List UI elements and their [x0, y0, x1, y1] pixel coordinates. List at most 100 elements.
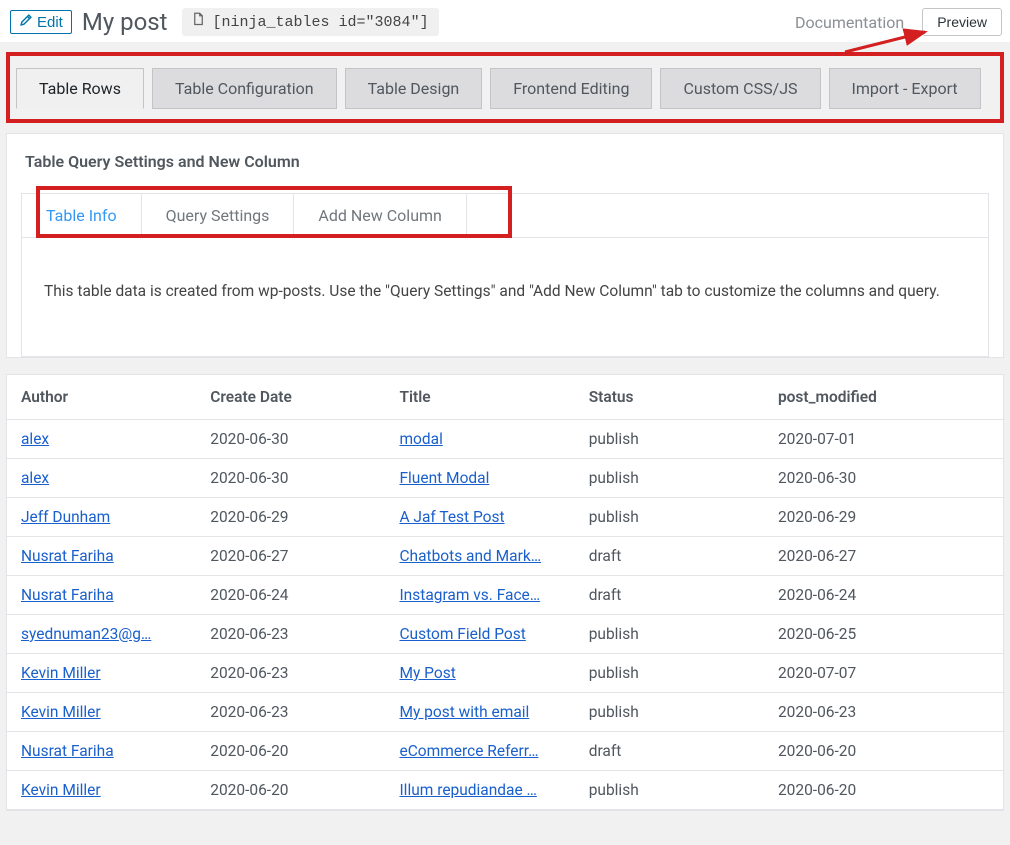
- cell-status: publish: [575, 420, 764, 459]
- cell-post-modified: 2020-06-25: [764, 615, 1003, 654]
- table-row: alex2020-06-30Fluent Modalpublish2020-06…: [7, 459, 1003, 498]
- cell-author: Kevin Miller: [7, 693, 196, 732]
- title-link[interactable]: Instagram vs. Face…: [399, 586, 540, 604]
- cell-post-modified: 2020-06-29: [764, 498, 1003, 537]
- cell-create-date: 2020-06-20: [196, 771, 385, 810]
- cell-author: Nusrat Fariha: [7, 576, 196, 615]
- table-row: Jeff Dunham 2020-06-29 A Jaf Test Post publ…: [7, 498, 1003, 537]
- cell-status: publish: [575, 654, 764, 693]
- cell-status: publish: [575, 771, 764, 810]
- header-right: Documentation Preview: [795, 8, 1002, 36]
- cell-status: publish: [575, 459, 764, 498]
- main-tab-table-design[interactable]: Table Design: [345, 68, 483, 109]
- cell-title: Custom Field Post: [385, 615, 574, 654]
- title-link[interactable]: Illum repudiandae …: [399, 781, 536, 799]
- cell-post-modified: 2020-06-20: [764, 771, 1003, 810]
- cell-author: alex: [7, 420, 196, 459]
- preview-button[interactable]: Preview: [922, 8, 1002, 36]
- col-status[interactable]: Status: [575, 375, 764, 420]
- cell-create-date: 2020-06-20: [196, 732, 385, 771]
- cell-create-date: 2020-06-23: [196, 693, 385, 732]
- main-tab-frontend-editing[interactable]: Frontend Editing: [490, 68, 652, 109]
- documentation-link[interactable]: Documentation: [795, 13, 904, 32]
- col-author[interactable]: Author: [7, 375, 196, 420]
- author-link[interactable]: Nusrat Fariha: [21, 547, 114, 565]
- cell-post-modified: 2020-06-23: [764, 693, 1003, 732]
- sub-tab-add-new-column[interactable]: Add New Column: [294, 194, 466, 237]
- cell-author: syednuman23@g…: [7, 615, 196, 654]
- cell-create-date: 2020-06-23: [196, 615, 385, 654]
- sub-tab-bar: Table InfoQuery SettingsAdd New Column T…: [21, 193, 989, 357]
- table-row: Kevin Miller 2020-06-23 My post with email…: [7, 693, 1003, 732]
- posts-table: AuthorCreate DateTitleStatuspost_modifie…: [7, 375, 1003, 810]
- author-link[interactable]: Kevin Miller: [21, 703, 101, 721]
- table-row: alex 2020-06-30 modal publish2020-07-01: [7, 420, 1003, 459]
- panel-title: Table Query Settings and New Column: [25, 152, 989, 171]
- author-link[interactable]: Nusrat Fariha: [21, 742, 114, 760]
- cell-title: Instagram vs. Face…: [385, 576, 574, 615]
- page-header: Edit My post [ninja_tables id="3084"] Do…: [0, 0, 1010, 42]
- author-link[interactable]: Nusrat Fariha: [21, 586, 114, 604]
- cell-status: draft: [575, 537, 764, 576]
- main-tab-custom-css-js[interactable]: Custom CSS/JS: [660, 68, 820, 109]
- cell-title: A Jaf Test Post: [385, 498, 574, 537]
- cell-create-date: 2020-06-24: [196, 576, 385, 615]
- document-icon: [192, 12, 205, 32]
- table-header-row: AuthorCreate DateTitleStatuspost_modifie…: [7, 375, 1003, 420]
- cell-create-date: 2020-06-27: [196, 537, 385, 576]
- table-row: syednuman23@g… 2020-06-23 Custom Field Pos…: [7, 615, 1003, 654]
- main-tab-import-export[interactable]: Import - Export: [829, 68, 981, 109]
- title-link[interactable]: eCommerce Referr…: [399, 742, 538, 760]
- author-link[interactable]: alex: [21, 430, 49, 448]
- cell-author: Nusrat Fariha: [7, 732, 196, 771]
- cell-post-modified: 2020-07-01: [764, 420, 1003, 459]
- table-row: Nusrat Fariha 2020-06-24 Instagram vs. Fac…: [7, 576, 1003, 615]
- col-title[interactable]: Title: [385, 375, 574, 420]
- title-link[interactable]: My Post: [399, 664, 455, 682]
- title-link[interactable]: Custom Field Post: [399, 625, 525, 643]
- cell-title: Chatbots and Mark…: [385, 537, 574, 576]
- sub-tab-query-settings[interactable]: Query Settings: [142, 194, 295, 237]
- table-row: Kevin Miller2020-06-23My Postpublish2020…: [7, 654, 1003, 693]
- cell-status: publish: [575, 615, 764, 654]
- sub-tab-table-info[interactable]: Table Info: [22, 194, 142, 237]
- col-post-modified[interactable]: post_modified: [764, 375, 1003, 420]
- main-tabs: Table RowsTable ConfigurationTable Desig…: [16, 68, 994, 109]
- title-link[interactable]: Fluent Modal: [399, 469, 489, 487]
- cell-post-modified: 2020-06-27: [764, 537, 1003, 576]
- page-title: My post: [82, 8, 168, 36]
- author-link[interactable]: Kevin Miller: [21, 781, 101, 799]
- edit-button-label: Edit: [37, 14, 63, 31]
- table-row: Nusrat Fariha 2020-06-20 eCommerce Referr……: [7, 732, 1003, 771]
- cell-post-modified: 2020-06-20: [764, 732, 1003, 771]
- settings-panel: Table Query Settings and New Column Tabl…: [6, 133, 1004, 358]
- cell-create-date: 2020-06-30: [196, 420, 385, 459]
- title-link[interactable]: modal: [399, 430, 442, 448]
- shortcode-chip[interactable]: [ninja_tables id="3084"]: [182, 8, 439, 36]
- author-link[interactable]: Jeff Dunham: [21, 508, 110, 526]
- cell-title: modal: [385, 420, 574, 459]
- panel-info-text: This table data is created from wp-posts…: [22, 238, 988, 356]
- title-link[interactable]: Chatbots and Mark…: [399, 547, 541, 565]
- title-link[interactable]: My post with email: [399, 703, 529, 721]
- edit-button[interactable]: Edit: [10, 10, 72, 34]
- author-link[interactable]: Kevin Miller: [21, 664, 101, 682]
- author-link[interactable]: alex: [21, 469, 49, 487]
- cell-title: eCommerce Referr…: [385, 732, 574, 771]
- cell-status: draft: [575, 576, 764, 615]
- cell-status: publish: [575, 498, 764, 537]
- cell-title: Fluent Modal: [385, 459, 574, 498]
- cell-author: alex: [7, 459, 196, 498]
- title-link[interactable]: A Jaf Test Post: [399, 508, 504, 526]
- cell-post-modified: 2020-07-07: [764, 654, 1003, 693]
- cell-author: Nusrat Fariha: [7, 537, 196, 576]
- table-row: Nusrat Fariha 2020-06-27 Chatbots and Mark…: [7, 537, 1003, 576]
- cell-status: draft: [575, 732, 764, 771]
- main-tab-table-configuration[interactable]: Table Configuration: [152, 68, 337, 109]
- cell-post-modified: 2020-06-30: [764, 459, 1003, 498]
- main-tabs-highlight: Table RowsTable ConfigurationTable Desig…: [6, 52, 1004, 123]
- col-create-date[interactable]: Create Date: [196, 375, 385, 420]
- main-tab-table-rows[interactable]: Table Rows: [16, 68, 144, 109]
- author-link[interactable]: syednuman23@g…: [21, 625, 151, 643]
- cell-create-date: 2020-06-30: [196, 459, 385, 498]
